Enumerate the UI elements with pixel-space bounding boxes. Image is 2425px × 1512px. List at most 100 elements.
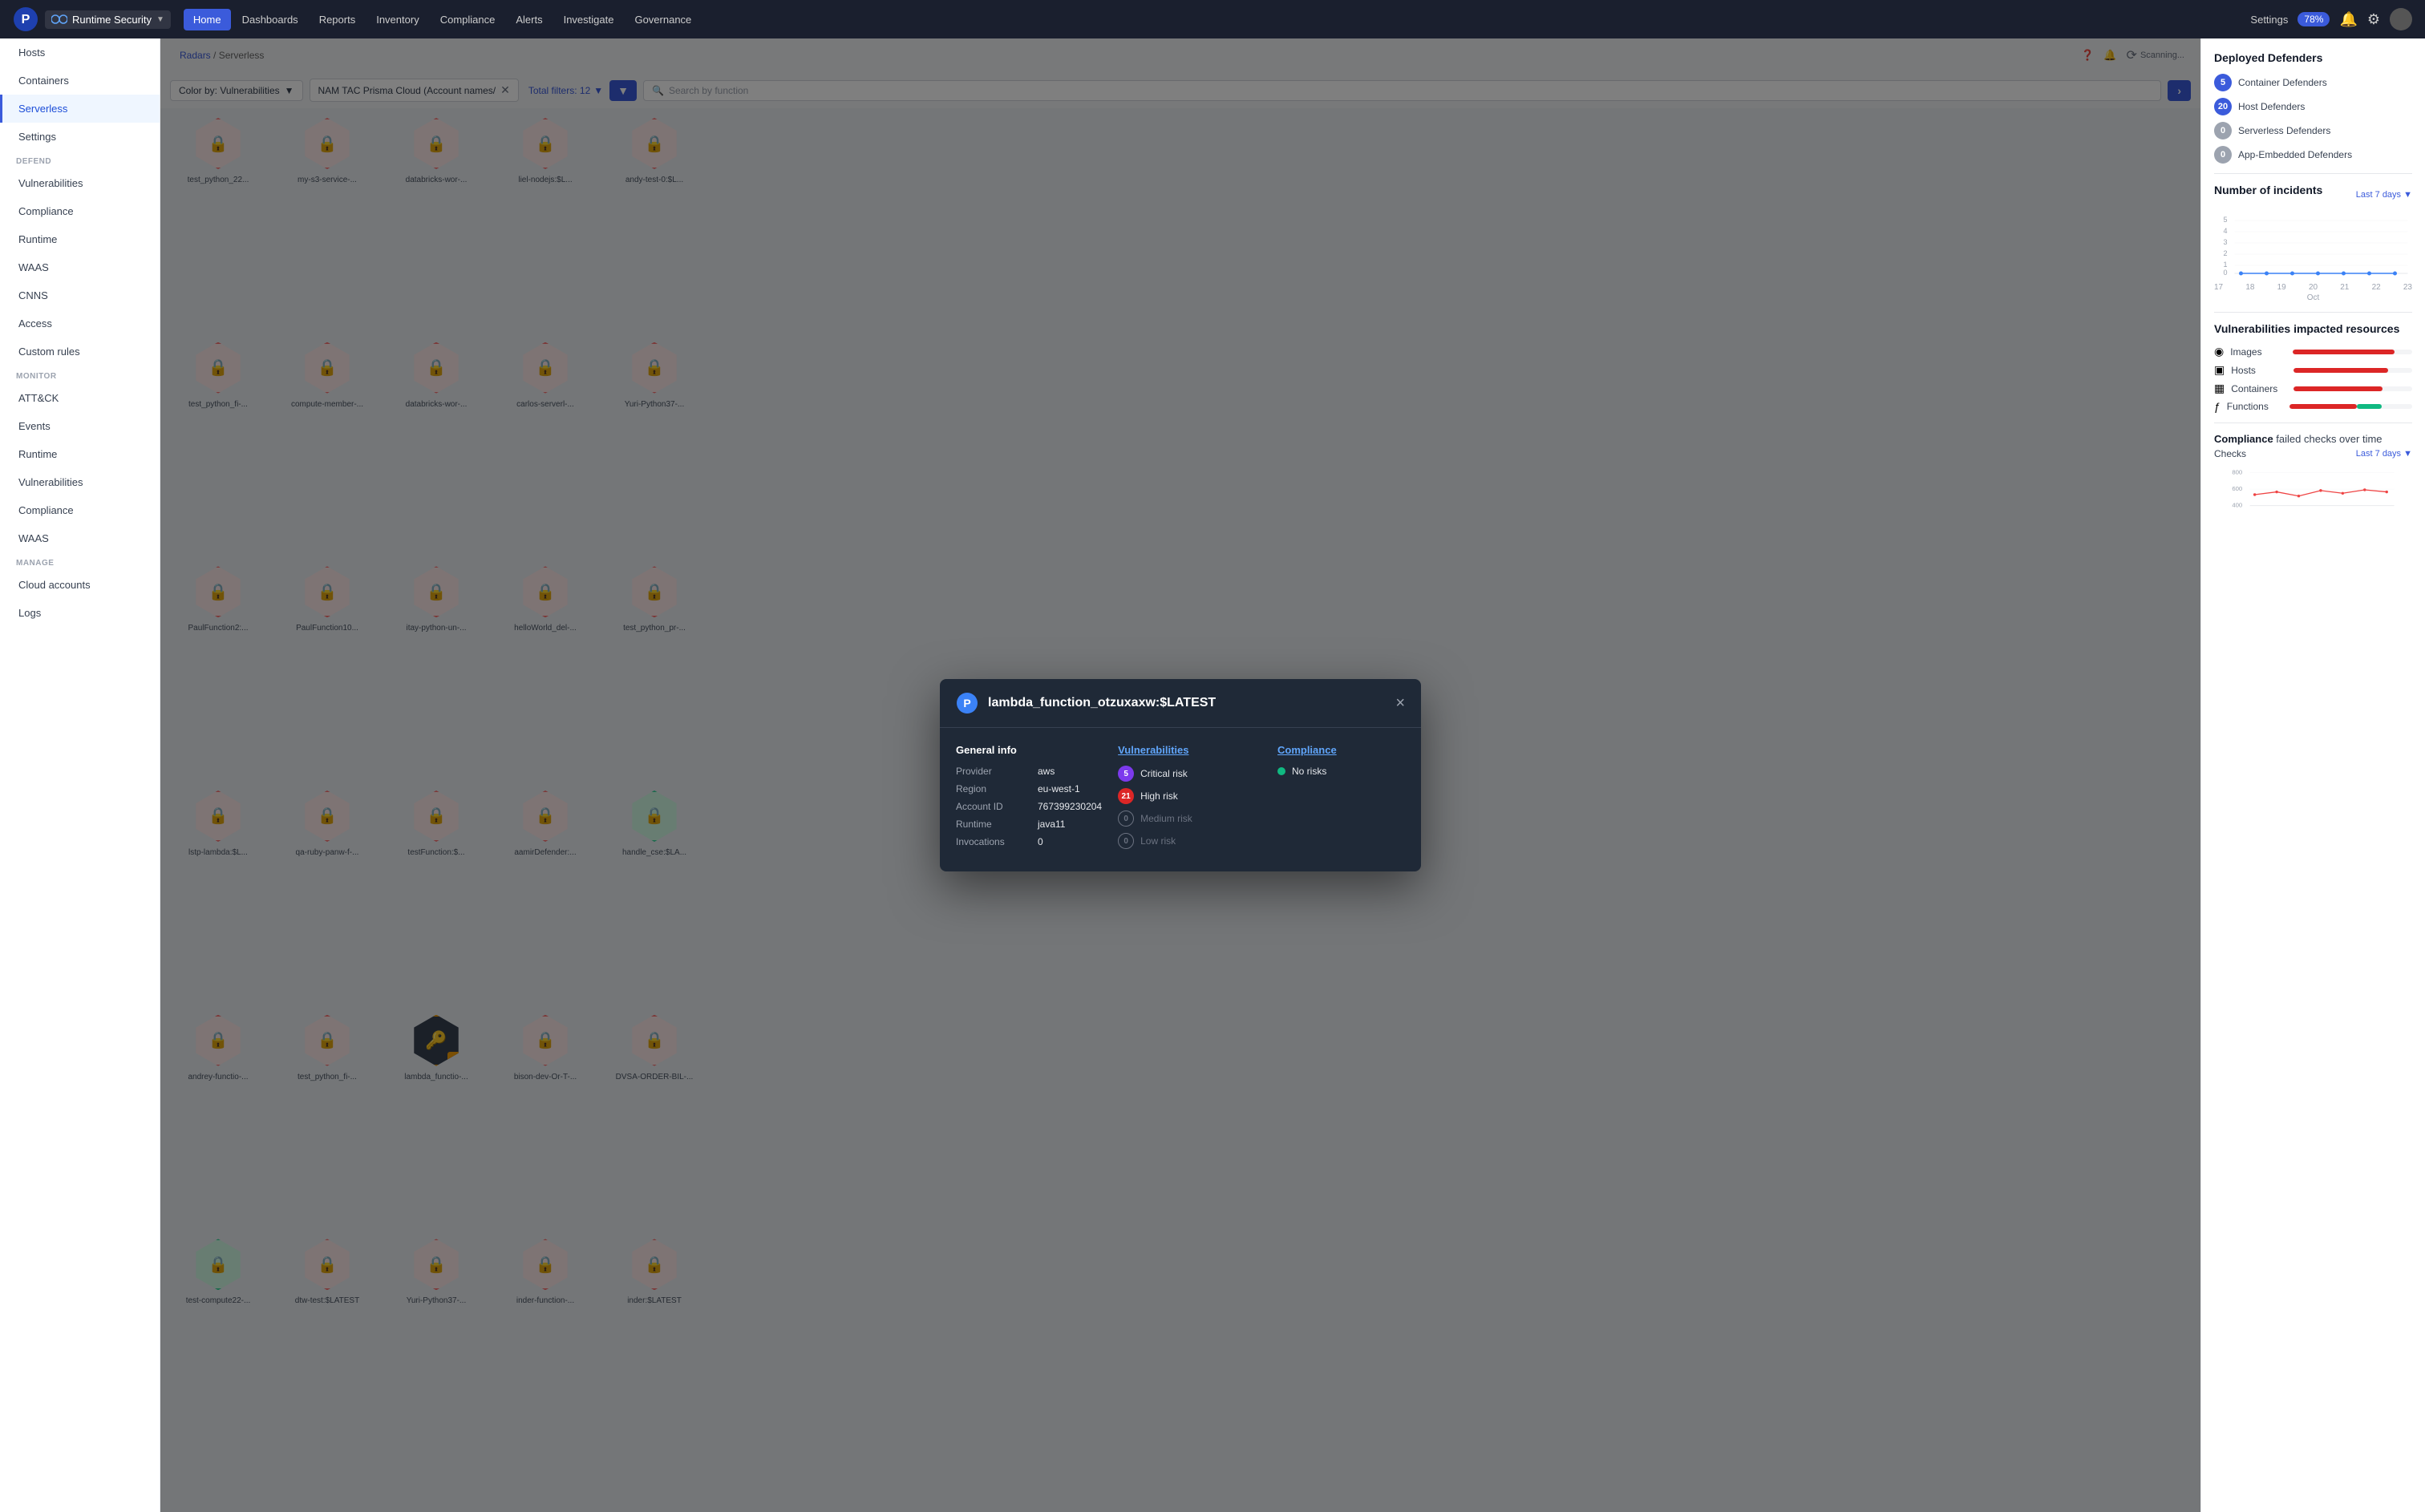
risk-medium-row: 0 Medium risk xyxy=(1118,811,1261,827)
high-badge: 21 xyxy=(1118,788,1134,804)
info-row-account-id: Account ID 767399230204 xyxy=(956,801,1102,812)
radar-area: Radars / Serverless ❓ 🔔 ⟳ Scanning... Co… xyxy=(160,38,2200,1512)
nav-investigate[interactable]: Investigate xyxy=(554,9,624,30)
svg-text:0: 0 xyxy=(2224,269,2228,277)
sidebar-section-manage: MANAGE xyxy=(0,552,160,571)
defender-container-row: 5 Container Defenders xyxy=(2214,74,2412,91)
critical-label: Critical risk xyxy=(1140,768,1188,779)
sidebar-item-access[interactable]: Access xyxy=(0,309,160,338)
nav-governance[interactable]: Governance xyxy=(625,9,701,30)
brand-text: Runtime Security xyxy=(72,14,152,26)
incidents-period-dropdown[interactable]: Last 7 days ▼ xyxy=(2356,190,2412,200)
info-row-provider: Provider aws xyxy=(956,766,1102,777)
risk-low-row: 0 Low risk xyxy=(1118,833,1261,849)
svg-text:P: P xyxy=(22,13,30,26)
compliance-chart: 800 600 400 xyxy=(2214,466,2412,514)
sidebar-item-containers[interactable]: Containers xyxy=(0,67,160,95)
modal-compliance-title[interactable]: Compliance xyxy=(1277,744,1405,756)
sidebar-item-compliance-monitor[interactable]: Compliance xyxy=(0,496,160,524)
sidebar-item-runtime-monitor[interactable]: Runtime xyxy=(0,440,160,468)
info-row-invocations: Invocations 0 xyxy=(956,836,1102,847)
defenders-title: Deployed Defenders xyxy=(2214,51,2412,64)
modal-close-button[interactable]: × xyxy=(1395,694,1405,713)
main-layout: Hosts Containers Serverless Settings DEF… xyxy=(0,38,2425,1512)
sidebar-item-attck[interactable]: ATT&CK xyxy=(0,384,160,412)
user-avatar[interactable] xyxy=(2390,8,2412,30)
vuln-containers-row: ▦ Containers xyxy=(2214,382,2412,395)
brand-selector[interactable]: Runtime Security ▼ xyxy=(45,10,171,29)
functions-label: Functions xyxy=(2227,401,2283,412)
nav-reports[interactable]: Reports xyxy=(310,9,366,30)
right-panel: Deployed Defenders 5 Container Defenders… xyxy=(2200,38,2425,1512)
modal-body: General info Provider aws Region eu-west… xyxy=(940,728,1421,871)
images-bar xyxy=(2293,350,2412,354)
compliance-status-row: No risks xyxy=(1277,766,1405,777)
modal-dialog: P lambda_function_otzuxaxw:$LATEST × Gen… xyxy=(940,679,1421,871)
sidebar-item-events[interactable]: Events xyxy=(0,412,160,440)
images-label: Images xyxy=(2230,346,2286,358)
sidebar-item-compliance[interactable]: Compliance xyxy=(0,197,160,225)
defender-host-row: 20 Host Defenders xyxy=(2214,98,2412,115)
vuln-hosts-row: ▣ Hosts xyxy=(2214,363,2412,377)
hosts-icon: ▣ xyxy=(2214,363,2225,377)
nav-links: Home Dashboards Reports Inventory Compli… xyxy=(184,9,2245,30)
compliance-title: Compliance failed checks over time xyxy=(2214,433,2412,445)
modal-vulnerabilities: Vulnerabilities 5 Critical risk 21 High … xyxy=(1118,744,1261,855)
containers-bar-fill xyxy=(2293,386,2382,391)
defender-app-embedded-row: 0 App-Embedded Defenders xyxy=(2214,146,2412,164)
nav-dashboards[interactable]: Dashboards xyxy=(233,9,308,30)
svg-text:5: 5 xyxy=(2224,216,2228,224)
score-badge[interactable]: 78% xyxy=(2297,12,2330,26)
svg-text:600: 600 xyxy=(2232,485,2242,492)
sidebar-section-defend: DEFEND xyxy=(0,151,160,169)
divider-2 xyxy=(2214,312,2412,313)
containers-bar xyxy=(2293,386,2412,391)
sidebar-item-serverless[interactable]: Serverless xyxy=(0,95,160,123)
compliance-period-dropdown[interactable]: Last 7 days ▼ xyxy=(2356,449,2412,459)
sidebar-item-cnns[interactable]: CNNS xyxy=(0,281,160,309)
hosts-bar xyxy=(2293,368,2412,373)
incidents-title: Number of incidents xyxy=(2214,184,2322,196)
nav-home[interactable]: Home xyxy=(184,9,231,30)
chart-month: Oct xyxy=(2214,293,2412,302)
medium-label: Medium risk xyxy=(1140,813,1192,824)
images-bar-fill xyxy=(2293,350,2394,354)
svg-text:4: 4 xyxy=(2224,227,2228,235)
functions-icon: ƒ xyxy=(2214,400,2221,413)
sidebar-item-hosts[interactable]: Hosts xyxy=(0,38,160,67)
sidebar-item-runtime[interactable]: Runtime xyxy=(0,225,160,253)
compliance-status-dot xyxy=(1277,767,1285,775)
sidebar-item-vulnerabilities[interactable]: Vulnerabilities xyxy=(0,169,160,197)
sidebar-item-vulnerabilities-monitor[interactable]: Vulnerabilities xyxy=(0,468,160,496)
app-embedded-defenders-label: App-Embedded Defenders xyxy=(2238,149,2352,160)
nav-alerts[interactable]: Alerts xyxy=(506,9,552,30)
brand-icon xyxy=(51,14,67,25)
main-content: Radars / Serverless ❓ 🔔 ⟳ Scanning... Co… xyxy=(160,38,2200,1512)
divider-3 xyxy=(2214,422,2412,423)
sidebar-item-settings[interactable]: Settings xyxy=(0,123,160,151)
nav-inventory[interactable]: Inventory xyxy=(366,9,428,30)
info-row-runtime: Runtime java11 xyxy=(956,819,1102,830)
medium-badge: 0 xyxy=(1118,811,1134,827)
sidebar-item-logs[interactable]: Logs xyxy=(0,599,160,627)
critical-badge: 5 xyxy=(1118,766,1134,782)
bell-icon[interactable]: 🔔 xyxy=(2339,11,2357,28)
sidebar-item-custom-rules[interactable]: Custom rules xyxy=(0,338,160,366)
vuln-functions-row: ƒ Functions xyxy=(2214,400,2412,413)
sidebar-item-cloud-accounts[interactable]: Cloud accounts xyxy=(0,571,160,599)
sidebar: Hosts Containers Serverless Settings DEF… xyxy=(0,38,160,1512)
nav-compliance[interactable]: Compliance xyxy=(431,9,505,30)
svg-text:1: 1 xyxy=(2224,261,2228,269)
modal-overlay[interactable]: P lambda_function_otzuxaxw:$LATEST × Gen… xyxy=(160,38,2200,1512)
gear-icon[interactable]: ⚙ xyxy=(2367,11,2380,28)
general-info-title: General info xyxy=(956,744,1102,756)
app-embedded-defenders-count: 0 xyxy=(2214,146,2232,164)
functions-bar-green xyxy=(2357,404,2382,409)
modal-vuln-title[interactable]: Vulnerabilities xyxy=(1118,744,1261,756)
serverless-defenders-count: 0 xyxy=(2214,122,2232,139)
sidebar-item-waas[interactable]: WAAS xyxy=(0,253,160,281)
settings-link[interactable]: Settings xyxy=(2250,14,2288,26)
sidebar-item-waas-monitor[interactable]: WAAS xyxy=(0,524,160,552)
modal-general-info: General info Provider aws Region eu-west… xyxy=(956,744,1102,855)
containers-icon: ▦ xyxy=(2214,382,2225,395)
